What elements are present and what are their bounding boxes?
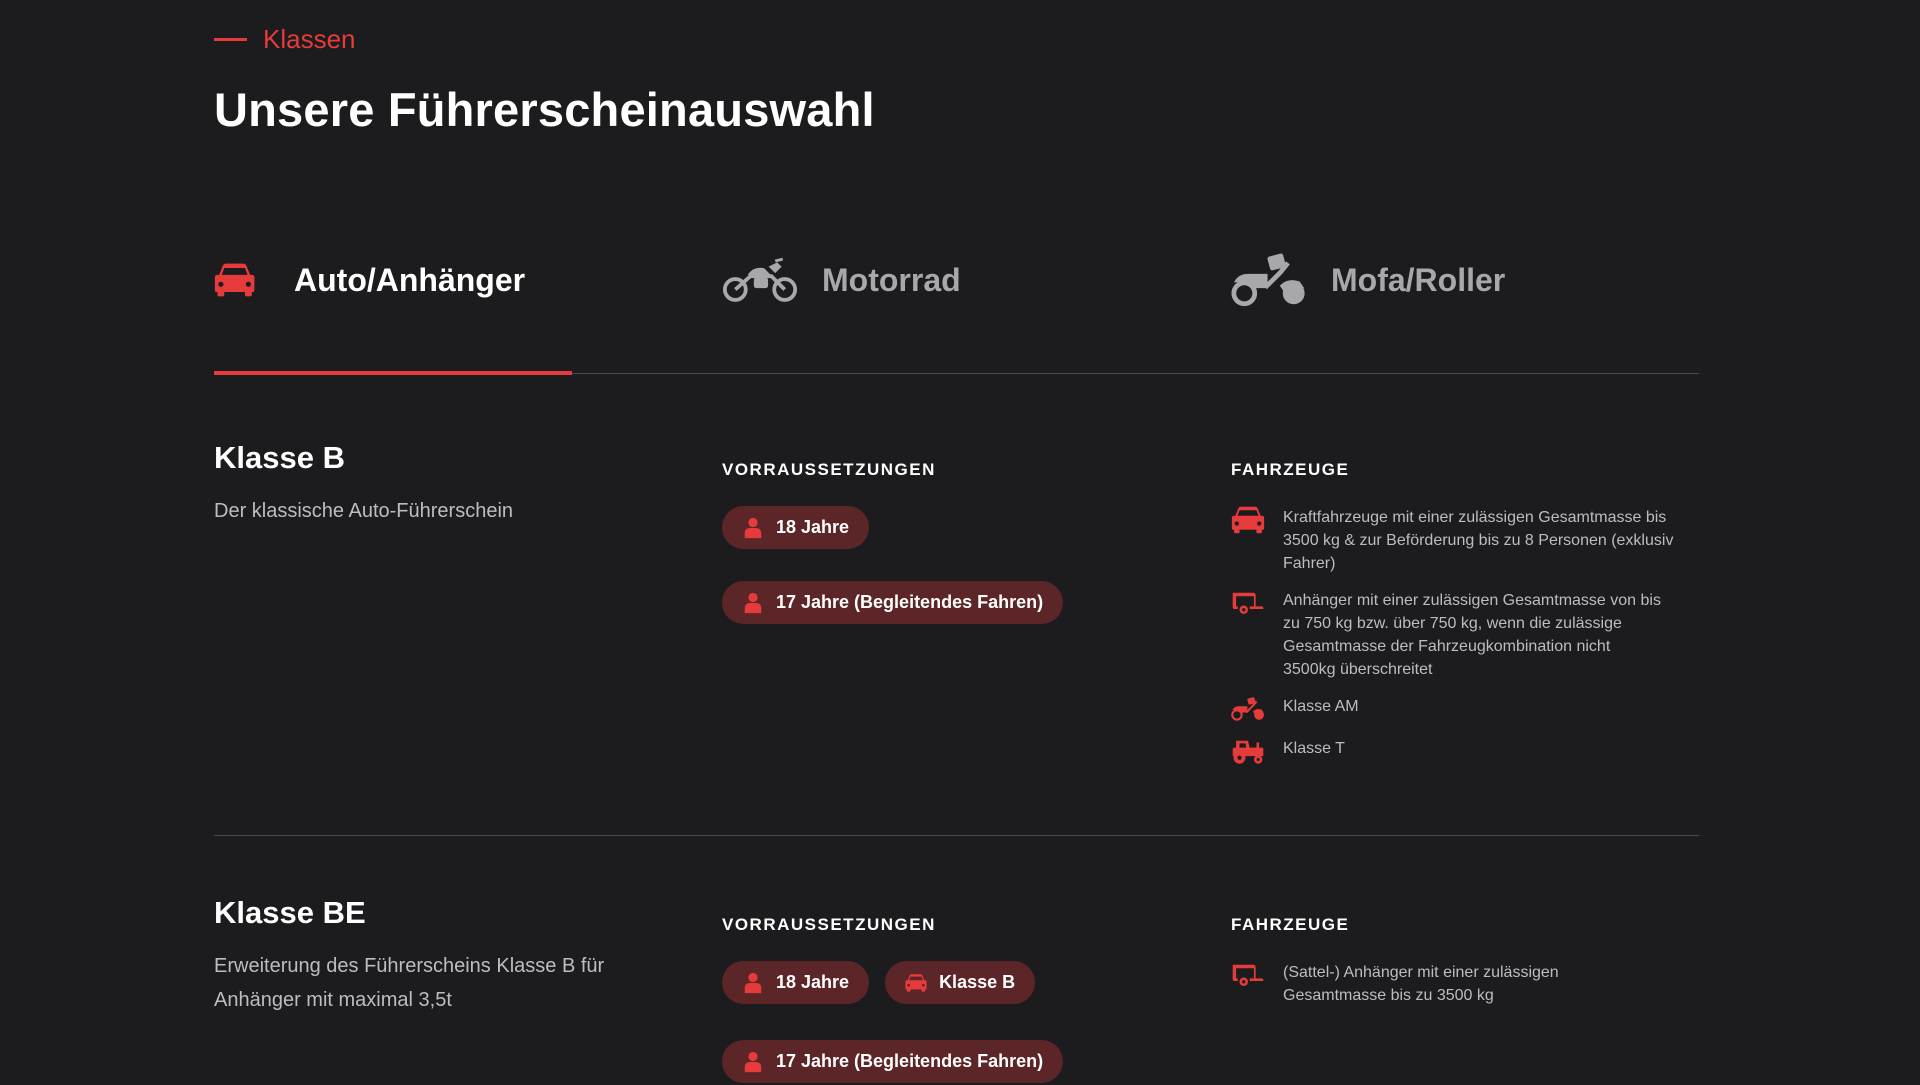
tab-motorrad[interactable]: Motorrad [722,252,961,373]
vehicle-item: Kraftfahrzeuge mit einer zulässigen Gesa… [1231,506,1701,575]
vehicle-text: Kraftfahrzeuge mit einer zulässigen Gesa… [1283,509,1674,572]
vehicle-item: Klasse T [1231,737,1701,765]
car-icon [1231,506,1265,534]
car-icon [905,972,927,994]
page-title: Unsere Führerscheinauswahl [214,83,875,136]
class-description: Der klassische Auto-Führerschein [214,500,514,522]
requirement-label: 17 Jahre (Begleitendes Fahren) [776,1051,1044,1071]
car-icon [214,263,255,297]
requirement-label: 17 Jahre (Begleitendes Fahren) [776,592,1044,612]
requirement-badge: 18 Jahre [722,506,870,549]
class-section-be: Klasse BE Erweiterung des Führerscheins … [214,895,1699,1085]
requirements-list: 18 Jahre 17 Jahre (Begleitendes Fahren) [722,506,1162,624]
tab-mofa-roller[interactable]: Mofa/Roller [1231,252,1505,373]
class-info: Klasse B Der klassische Auto-Führerschei… [214,440,694,528]
requirement-badge: 17 Jahre (Begleitendes Fahren) [722,1040,1064,1083]
license-tabs: Auto/Anhänger Motorrad Mofa/Roller [214,252,1699,375]
eyebrow-dash [214,38,247,41]
motorcycle-icon [722,257,798,302]
trailer-icon [1231,589,1265,617]
vehicles-list: Kraftfahrzeuge mit einer zulässigen Gesa… [1231,506,1701,765]
requirements-column: VORRAUSSETZUNGEN 18 Jahre Klasse B 17 Ja… [722,895,1162,1083]
eyebrow-label: Klassen [263,24,356,54]
requirement-badge: Klasse B [885,961,1036,1004]
vehicle-text: Klasse AM [1283,698,1359,715]
vehicles-heading: FAHRZEUGE [1231,460,1350,479]
person-icon [742,1051,764,1073]
vehicle-item: Klasse AM [1231,695,1701,723]
scooter-icon [1231,695,1265,723]
vehicle-item: (Sattel-) Anhänger mit einer zulässigen … [1231,961,1701,1007]
class-description: Erweiterung des Führerscheins Klasse B f… [214,955,605,1011]
requirement-label: 18 Jahre [776,972,850,992]
requirements-column: VORRAUSSETZUNGEN 18 Jahre 17 Jahre (Begl… [722,440,1162,624]
requirement-label: Klasse B [939,972,1016,992]
requirements-list: 18 Jahre Klasse B 17 Jahre (Begleitendes… [722,961,1162,1083]
vehicles-column: FAHRZEUGE Kraftfahrzeuge mit einer zuläs… [1231,440,1701,779]
vehicle-text: Klasse T [1283,740,1345,757]
person-icon [742,517,764,539]
tractor-icon [1231,737,1265,765]
section-eyebrow: Klassen [214,24,356,55]
requirement-badge: 18 Jahre [722,961,870,1004]
tab-label: Mofa/Roller [1331,262,1506,298]
vehicles-heading: FAHRZEUGE [1231,915,1350,934]
requirement-label: 18 Jahre [776,517,850,537]
requirements-heading: VORRAUSSETZUNGEN [722,460,936,479]
tab-label: Auto/Anhänger [294,262,526,298]
vehicle-text: (Sattel-) Anhänger mit einer zulässigen … [1283,964,1559,1004]
requirement-badge: 17 Jahre (Begleitendes Fahren) [722,581,1064,624]
person-icon [742,592,764,614]
requirements-heading: VORRAUSSETZUNGEN [722,915,936,934]
vehicle-item: Anhänger mit einer zulässigen Gesamtmass… [1231,589,1701,681]
class-title: Klasse BE [214,895,366,930]
class-title: Klasse B [214,440,345,475]
vehicle-text: Anhänger mit einer zulässigen Gesamtmass… [1283,592,1661,678]
class-section-b: Klasse B Der klassische Auto-Führerschei… [214,440,1699,836]
class-info: Klasse BE Erweiterung des Führerscheins … [214,895,694,1017]
tab-label: Motorrad [822,262,961,298]
scooter-icon [1231,252,1307,308]
vehicles-column: FAHRZEUGE (Sattel-) Anhänger mit einer z… [1231,895,1701,1021]
person-icon [742,972,764,994]
trailer-icon [1231,961,1265,989]
vehicles-list: (Sattel-) Anhänger mit einer zulässigen … [1231,961,1701,1007]
tab-auto-anhaenger[interactable]: Auto/Anhänger [214,252,573,375]
